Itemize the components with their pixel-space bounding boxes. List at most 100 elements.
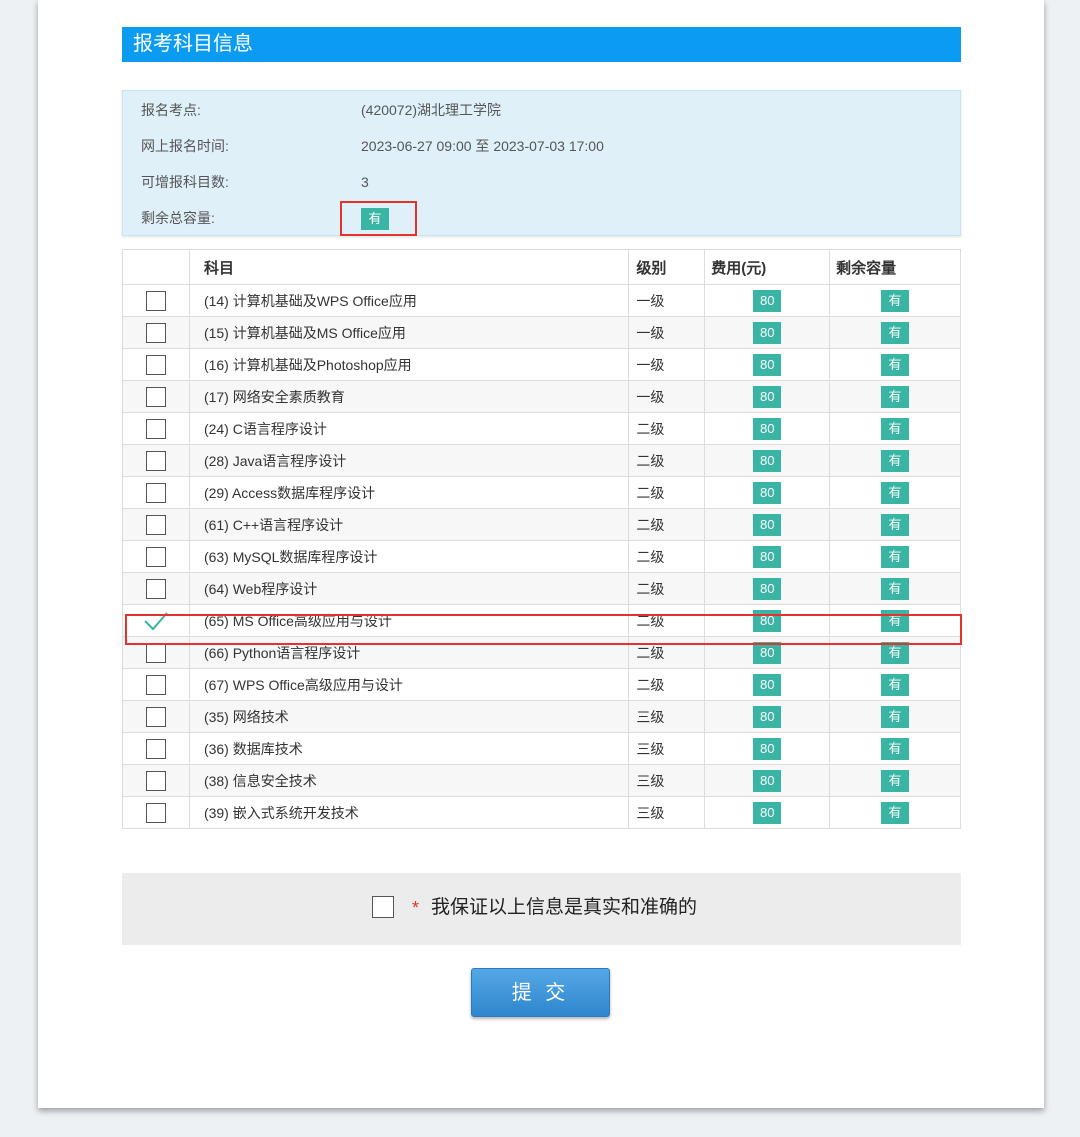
section-title-bar: 报考科目信息 — [122, 27, 961, 62]
fee-badge: 80 — [753, 577, 782, 600]
subject-checkbox[interactable] — [145, 386, 166, 407]
subject-fee-cell: 80 — [704, 476, 831, 509]
fee-badge: 80 — [753, 417, 782, 440]
form-card: 报考科目信息 报名考点: (420072)湖北理工学院 网上报名时间: 2023… — [38, 0, 1044, 1108]
table-row[interactable]: (67) WPS Office高级应用与设计 二级 80 有 — [122, 668, 961, 701]
table-row[interactable]: (28) Java语言程序设计 二级 80 有 — [122, 444, 961, 477]
header-capacity: 剩余容量 — [829, 249, 961, 285]
subject-fee-cell: 80 — [704, 284, 831, 317]
capacity-badge: 有 — [881, 385, 910, 408]
subject-checkbox[interactable] — [145, 450, 166, 471]
subject-name: (17) 网络安全素质教育 — [188, 380, 630, 413]
subject-name: (14) 计算机基础及WPS Office应用 — [188, 284, 630, 317]
subject-capacity-cell: 有 — [829, 572, 961, 605]
subject-checkbox[interactable] — [145, 738, 166, 759]
subject-fee-cell: 80 — [704, 668, 831, 701]
table-row[interactable]: (29) Access数据库程序设计 二级 80 有 — [122, 476, 961, 509]
subject-checkbox[interactable] — [145, 770, 166, 791]
row-check-cell — [122, 700, 190, 733]
capacity-badge: 有 — [881, 513, 910, 536]
fee-badge: 80 — [753, 513, 782, 536]
subject-level: 一级 — [628, 316, 706, 349]
subject-fee-cell: 80 — [704, 764, 831, 797]
table-row[interactable]: (24) C语言程序设计 二级 80 有 — [122, 412, 961, 445]
fee-badge: 80 — [753, 769, 782, 792]
agreement-checkbox[interactable] — [372, 896, 394, 918]
subject-level: 一级 — [628, 284, 706, 317]
subject-checkbox[interactable] — [145, 674, 166, 695]
highlight-box-selected-row — [125, 614, 962, 645]
subject-checkbox[interactable] — [145, 482, 166, 503]
capacity-badge: 有 — [881, 705, 910, 728]
subject-checkbox[interactable] — [145, 514, 166, 535]
fee-badge: 80 — [753, 545, 782, 568]
table-header-row: 科目 级别 费用(元) 剩余容量 — [122, 249, 961, 285]
table-row[interactable]: (17) 网络安全素质教育 一级 80 有 — [122, 380, 961, 413]
table-row[interactable]: (61) C++语言程序设计 二级 80 有 — [122, 508, 961, 541]
capacity-label: 剩余总容量: — [141, 210, 215, 226]
subject-fee-cell: 80 — [704, 348, 831, 381]
subject-checkbox[interactable] — [145, 706, 166, 727]
submit-button[interactable]: 提 交 — [471, 968, 610, 1017]
site-value: (420072)湖北理工学院 — [361, 102, 502, 118]
subject-capacity-cell: 有 — [829, 348, 961, 381]
subject-capacity-cell: 有 — [829, 700, 961, 733]
table-row[interactable]: (14) 计算机基础及WPS Office应用 一级 80 有 — [122, 284, 961, 317]
row-check-cell — [122, 380, 190, 413]
subject-checkbox[interactable] — [145, 322, 166, 343]
row-check-cell — [122, 732, 190, 765]
capacity-badge: 有 — [881, 449, 910, 472]
subject-fee-cell: 80 — [704, 732, 831, 765]
subject-name: (35) 网络技术 — [188, 700, 630, 733]
subject-checkbox[interactable] — [145, 642, 166, 663]
row-check-cell — [122, 796, 190, 829]
capacity-badge: 有 — [881, 545, 910, 568]
subject-checkbox[interactable] — [145, 354, 166, 375]
subject-level: 二级 — [628, 572, 706, 605]
capacity-badge: 有 — [881, 769, 910, 792]
table-row[interactable]: (35) 网络技术 三级 80 有 — [122, 700, 961, 733]
capacity-badge: 有 — [881, 353, 910, 376]
subject-rows: (14) 计算机基础及WPS Office应用 一级 80 有 (15) 计算机基础及M… — [122, 284, 961, 829]
subject-name: (29) Access数据库程序设计 — [188, 476, 630, 509]
table-row[interactable]: (63) MySQL数据库程序设计 二级 80 有 — [122, 540, 961, 573]
row-check-cell — [122, 316, 190, 349]
subject-fee-cell: 80 — [704, 444, 831, 477]
subject-capacity-cell: 有 — [829, 764, 961, 797]
capacity-badge: 有 — [881, 577, 910, 600]
fee-badge: 80 — [753, 385, 782, 408]
fee-badge: 80 — [753, 801, 782, 824]
fee-badge: 80 — [753, 481, 782, 504]
subject-capacity-cell: 有 — [829, 444, 961, 477]
subject-checkbox[interactable] — [145, 802, 166, 823]
subject-name: (36) 数据库技术 — [188, 732, 630, 765]
table-row[interactable]: (16) 计算机基础及Photoshop应用 一级 80 有 — [122, 348, 961, 381]
subject-capacity-cell: 有 — [829, 732, 961, 765]
subject-checkbox[interactable] — [145, 578, 166, 599]
agreement-bar: * 我保证以上信息是真实和准确的 — [122, 873, 961, 945]
highlight-box-capacity — [340, 201, 417, 236]
subject-level: 一级 — [628, 348, 706, 381]
table-row[interactable]: (15) 计算机基础及MS Office应用 一级 80 有 — [122, 316, 961, 349]
table-row[interactable]: (39) 嵌入式系统开发技术 三级 80 有 — [122, 796, 961, 829]
subject-fee-cell: 80 — [704, 412, 831, 445]
subject-capacity-cell: 有 — [829, 508, 961, 541]
subject-fee-cell: 80 — [704, 796, 831, 829]
subject-capacity-cell: 有 — [829, 796, 961, 829]
table-row[interactable]: (64) Web程序设计 二级 80 有 — [122, 572, 961, 605]
time-value: 2023-06-27 09:00 至 2023-07-03 17:00 — [361, 138, 604, 154]
table-row[interactable]: (36) 数据库技术 三级 80 有 — [122, 732, 961, 765]
subject-name: (24) C语言程序设计 — [188, 412, 630, 445]
subject-checkbox[interactable] — [145, 546, 166, 567]
subject-checkbox[interactable] — [145, 418, 166, 439]
table-row[interactable]: (38) 信息安全技术 三级 80 有 — [122, 764, 961, 797]
subject-checkbox[interactable] — [145, 290, 166, 311]
subject-level: 一级 — [628, 380, 706, 413]
subject-name: (67) WPS Office高级应用与设计 — [188, 668, 630, 701]
row-check-cell — [122, 284, 190, 317]
subject-name: (63) MySQL数据库程序设计 — [188, 540, 630, 573]
subject-capacity-cell: 有 — [829, 668, 961, 701]
capacity-badge: 有 — [881, 481, 910, 504]
capacity-badge: 有 — [881, 321, 910, 344]
capacity-value-wrap: 有 — [361, 208, 761, 230]
